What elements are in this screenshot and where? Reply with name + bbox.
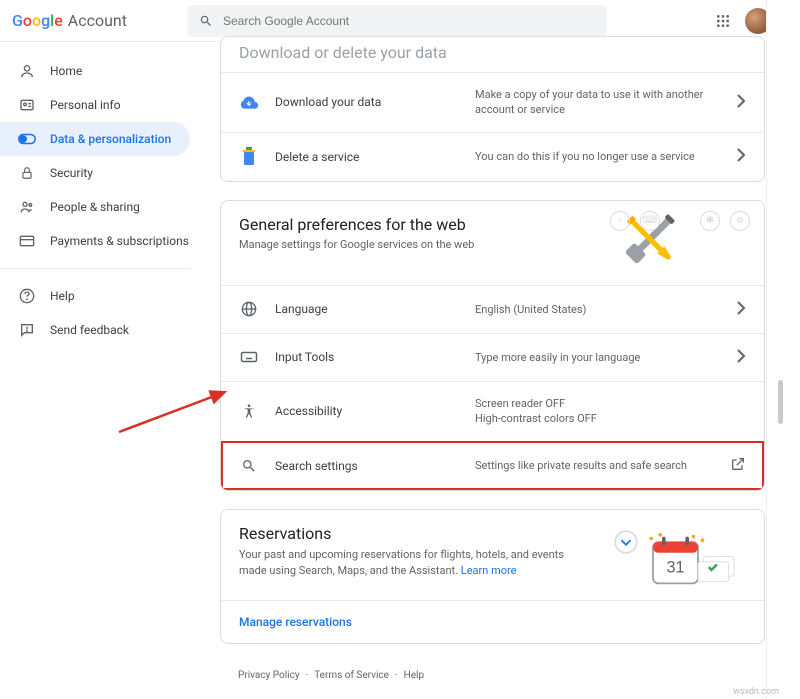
search-icon [239, 458, 259, 474]
deco-globe-icon: ⊕ [730, 211, 750, 231]
sidebar-item-label: Security [50, 166, 93, 180]
sidebar-item-label: Home [50, 64, 82, 78]
chevron-right-icon [736, 147, 746, 166]
delete-service-row[interactable]: Delete a service You can do this if you … [221, 132, 764, 181]
google-account-logo[interactable]: Google Account [12, 11, 127, 30]
sidebar-nav: Home Personal info Data & personalizatio… [0, 42, 190, 699]
sidebar-separator [0, 268, 190, 269]
decorative-icon-row: ⌕ ⌨ ✱ ⊕ [610, 211, 750, 231]
calendar-day: 31 [666, 558, 684, 576]
row-desc: Type more easily in your language [475, 350, 726, 365]
download-delete-card: Download or delete your data Download yo… [220, 36, 765, 182]
footer-help-link[interactable]: Help [404, 670, 424, 681]
accessibility-row[interactable]: Accessibility Screen reader OFF High-con… [221, 381, 764, 441]
chevron-right-icon [736, 93, 746, 112]
learn-more-link[interactable]: Learn more [461, 564, 517, 577]
feedback-icon [18, 322, 36, 338]
globe-icon [239, 301, 259, 317]
id-card-icon [18, 97, 36, 113]
main-content: Download or delete your data Download yo… [190, 42, 783, 699]
row-label: Accessibility [275, 404, 475, 418]
help-icon [18, 288, 36, 304]
lock-icon [18, 165, 36, 181]
scrollbar-thumb[interactable] [778, 380, 783, 424]
sidebar-item-label: People & sharing [50, 200, 140, 214]
open-external-icon [730, 456, 746, 476]
row-label: Language [275, 302, 475, 316]
card-title: Download or delete your data [239, 43, 746, 62]
sidebar-item-label: Data & personalization [50, 132, 171, 146]
sidebar-item-label: Payments & subscriptions [50, 234, 189, 248]
sidebar-item-label: Send feedback [50, 323, 129, 337]
chevron-right-icon [736, 348, 746, 367]
language-row[interactable]: Language English (United States) [221, 285, 764, 333]
row-desc: You can do this if you no longer use a s… [475, 149, 726, 164]
manage-reservations-link[interactable]: Manage reservations [221, 600, 764, 643]
search-settings-row[interactable]: Search settings Settings like private re… [221, 441, 764, 490]
download-data-row[interactable]: Download your data Make a copy of your d… [221, 72, 764, 132]
input-tools-row[interactable]: Input Tools Type more easily in your lan… [221, 333, 764, 381]
row-label: Input Tools [275, 350, 475, 364]
footer-links: Privacy Policy · Terms of Service · Help [220, 662, 765, 689]
keyboard-icon [239, 350, 259, 364]
apps-grid-icon[interactable] [715, 13, 731, 29]
row-desc: Make a copy of your data to use it with … [475, 87, 726, 118]
sidebar-item-label: Help [50, 289, 75, 303]
row-label: Delete a service [275, 150, 475, 164]
sidebar-item-home[interactable]: Home [0, 54, 190, 88]
sidebar-item-people-sharing[interactable]: People & sharing [0, 190, 190, 224]
sidebar-item-help[interactable]: Help [0, 279, 190, 313]
home-icon [18, 63, 36, 79]
search-bar[interactable] [187, 5, 607, 37]
card-icon [18, 234, 36, 248]
toggle-icon [18, 133, 36, 145]
row-desc: Screen reader OFF High-contrast colors O… [475, 396, 746, 427]
deco-search-icon: ⌕ [610, 211, 630, 231]
sidebar-item-label: Personal info [50, 98, 121, 112]
card-title: Reservations [239, 524, 582, 543]
row-desc: Settings like private results and safe s… [475, 458, 720, 473]
deco-accessibility-icon: ✱ [700, 211, 720, 231]
trash-icon [239, 147, 259, 167]
row-label: Download your data [275, 95, 475, 109]
row-desc: English (United States) [475, 302, 726, 317]
logo-account-text: Account [68, 11, 127, 30]
footer-privacy-link[interactable]: Privacy Policy [238, 670, 300, 681]
reservations-card: Reservations Your past and upcoming rese… [220, 509, 765, 644]
cloud-download-icon [239, 93, 259, 111]
general-preferences-card: General preferences for the web Manage s… [220, 200, 765, 491]
card-body-text: Your past and upcoming reservations for … [239, 547, 582, 580]
accessibility-icon [239, 402, 259, 420]
sidebar-item-payments[interactable]: Payments & subscriptions [0, 224, 190, 258]
search-icon [199, 14, 213, 28]
reservations-illustration: 31 [596, 524, 746, 594]
people-icon [18, 199, 36, 215]
chevron-right-icon [736, 300, 746, 319]
sidebar-item-feedback[interactable]: Send feedback [0, 313, 190, 347]
search-input[interactable] [223, 14, 595, 28]
sidebar-item-security[interactable]: Security [0, 156, 190, 190]
row-label: Search settings [275, 459, 475, 473]
footer-terms-link[interactable]: Terms of Service [314, 670, 389, 681]
watermark: wsxdn.com [733, 687, 779, 697]
sidebar-item-data-personalization[interactable]: Data & personalization [0, 122, 190, 156]
deco-keyboard-icon: ⌨ [640, 211, 660, 231]
sidebar-item-personal-info[interactable]: Personal info [0, 88, 190, 122]
